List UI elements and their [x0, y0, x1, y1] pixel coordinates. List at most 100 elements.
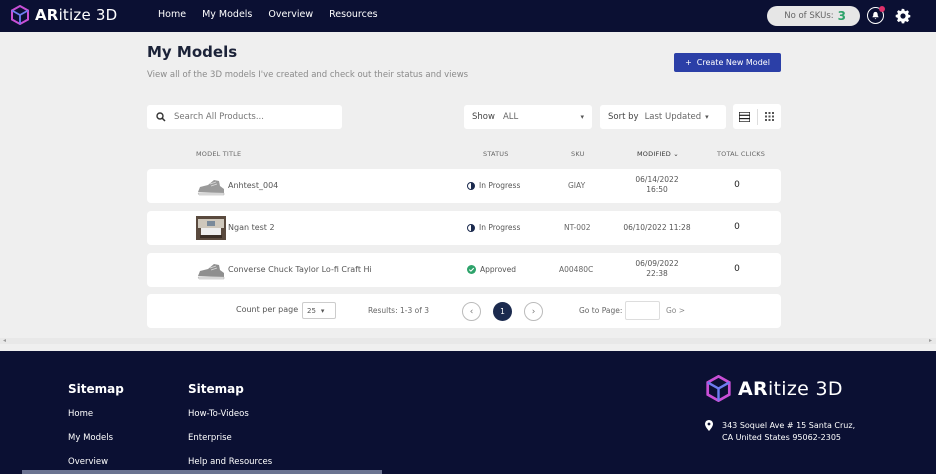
total-clicks: 0 — [734, 222, 740, 232]
footer-link-help-resources[interactable]: Help and Resources — [188, 457, 272, 467]
search-input[interactable] — [174, 112, 334, 122]
location-pin-icon — [705, 420, 713, 431]
footer-brand-name: ARitize 3D — [738, 377, 843, 400]
sku-value: NT-002 — [564, 223, 591, 232]
chevron-left-icon: ‹ — [469, 306, 474, 317]
status-text: In Progress — [479, 181, 521, 190]
show-label: Show — [472, 112, 495, 122]
list-view-button[interactable] — [733, 104, 757, 129]
column-header-modified[interactable]: MODIFIED ⌄ — [637, 150, 679, 158]
create-new-model-button[interactable]: + Create New Model — [674, 53, 781, 72]
horizontal-scrollbar[interactable]: ◂ ▸ — [0, 337, 936, 344]
column-header-status: STATUS — [483, 150, 509, 158]
create-new-model-label: Create New Model — [696, 58, 770, 67]
sort-value: Last Updated — [644, 112, 702, 122]
sort-dropdown[interactable]: Sort by Last Updated ▾ — [600, 105, 726, 129]
chevron-right-icon: › — [531, 306, 536, 317]
status-text: Approved — [480, 265, 516, 274]
current-page[interactable]: 1 — [493, 302, 512, 321]
scroll-left-icon[interactable]: ◂ — [3, 337, 6, 344]
chevron-down-icon: ▾ — [705, 113, 709, 121]
pagination-bar: Count per page 25 ▾ Results: 1-3 of 3 ‹ … — [147, 294, 781, 328]
prev-page-button[interactable]: ‹ — [462, 302, 481, 321]
sneaker-thumbnail — [197, 180, 225, 196]
status-text: In Progress — [479, 223, 521, 232]
in-progress-icon — [467, 181, 475, 190]
footer-link-home[interactable]: Home — [68, 409, 93, 419]
in-progress-icon — [467, 223, 475, 232]
gear-icon[interactable] — [895, 8, 911, 24]
sku-counter-label: No of SKUs: — [784, 11, 834, 21]
footer-heading-1: Sitemap — [68, 382, 124, 396]
sku-counter-value: 3 — [837, 9, 846, 23]
show-filter-dropdown[interactable]: Show ALL ▾ — [464, 105, 592, 129]
page-subtitle: View all of the 3D models I've created a… — [147, 70, 469, 80]
model-title[interactable]: Ngan test 2 — [228, 223, 275, 232]
sku-value: GIAY — [568, 181, 586, 190]
brand-logo[interactable]: ARitize 3D — [10, 5, 117, 25]
page-title: My Models — [147, 43, 238, 61]
footer-link-enterprise[interactable]: Enterprise — [188, 433, 232, 443]
check-circle-icon — [467, 265, 476, 274]
bell-icon — [872, 11, 879, 20]
footer-address: 343 Soquel Ave # 15 Santa Cruz, CA Unite… — [722, 421, 856, 442]
next-page-button[interactable]: › — [524, 302, 543, 321]
footer-heading-2: Sitemap — [188, 382, 244, 396]
footer-link-overview[interactable]: Overview — [68, 457, 108, 467]
go-button[interactable]: Go > — [666, 306, 685, 315]
chevron-down-icon: ▾ — [580, 113, 584, 121]
go-to-page-input[interactable] — [625, 301, 660, 320]
notification-bell-icon[interactable] — [867, 6, 885, 24]
table-row[interactable]: Anhtest_004 In Progress GIAY 06/14/2022 1… — [147, 169, 781, 203]
top-navbar: ARitize 3D Home My Models Overview Resou… — [0, 0, 936, 32]
footer-link-how-to-videos[interactable]: How-To-Videos — [188, 409, 249, 419]
column-header-clicks: TOTAL CLICKS — [717, 150, 766, 158]
table-row[interactable]: Converse Chuck Taylor Lo-fi Craft Hi App… — [147, 253, 781, 287]
count-per-page-value: 25 — [307, 306, 316, 315]
column-header-title: MODEL TITLE — [196, 150, 242, 158]
plus-icon: + — [685, 58, 692, 67]
cube-logo-icon — [11, 5, 29, 25]
go-to-page-label: Go to Page: — [579, 306, 623, 315]
brand-name: ARitize 3D — [35, 6, 118, 24]
model-title[interactable]: Anhtest_004 — [228, 181, 278, 190]
search-icon — [156, 112, 166, 122]
nav-resources[interactable]: Resources — [329, 9, 378, 20]
cube-logo-icon — [706, 375, 731, 402]
status-badge: In Progress — [467, 181, 520, 190]
status-badge: Approved — [467, 265, 516, 274]
room-thumbnail — [196, 216, 226, 240]
scroll-right-icon[interactable]: ▸ — [929, 337, 932, 344]
modified-date: 06/09/2022 22:38 — [635, 259, 679, 278]
footer-scroll-indicator — [22, 470, 382, 474]
sku-value: A00480C — [559, 265, 594, 274]
column-header-sku: SKU — [571, 150, 585, 158]
grid-view-button[interactable] — [758, 104, 782, 129]
count-per-page-select[interactable]: 25 ▾ — [302, 302, 336, 319]
footer-link-my-models[interactable]: My Models — [68, 433, 113, 443]
search-box — [147, 105, 342, 129]
results-summary: Results: 1-3 of 3 — [368, 306, 430, 315]
nav-home[interactable]: Home — [158, 9, 186, 20]
chevron-down-icon: ▾ — [320, 306, 325, 315]
sneaker-thumbnail — [197, 264, 225, 280]
sort-label: Sort by — [608, 112, 639, 122]
footer-brand-logo: ARitize 3D — [705, 375, 843, 402]
sort-desc-icon: ⌄ — [673, 150, 679, 158]
total-clicks: 0 — [734, 180, 740, 190]
view-toggle — [733, 104, 781, 129]
table-row[interactable]: Ngan test 2 In Progress NT-002 06/10/202… — [147, 211, 781, 245]
list-view-icon — [739, 111, 751, 122]
model-title[interactable]: Converse Chuck Taylor Lo-fi Craft Hi — [228, 265, 372, 274]
modified-date: 06/14/2022 16:50 — [635, 175, 679, 194]
sku-counter: No of SKUs: 3 — [767, 6, 860, 26]
notification-dot — [879, 6, 885, 12]
status-badge: In Progress — [467, 223, 520, 232]
footer: Sitemap Home My Models Overview Sitemap … — [0, 351, 936, 474]
nav-my-models[interactable]: My Models — [202, 9, 252, 20]
total-clicks: 0 — [734, 264, 740, 274]
nav-overview[interactable]: Overview — [268, 9, 313, 20]
count-per-page-label: Count per page — [236, 305, 299, 314]
grid-view-icon — [764, 112, 774, 121]
nav-links: Home My Models Overview Resources — [158, 9, 378, 20]
